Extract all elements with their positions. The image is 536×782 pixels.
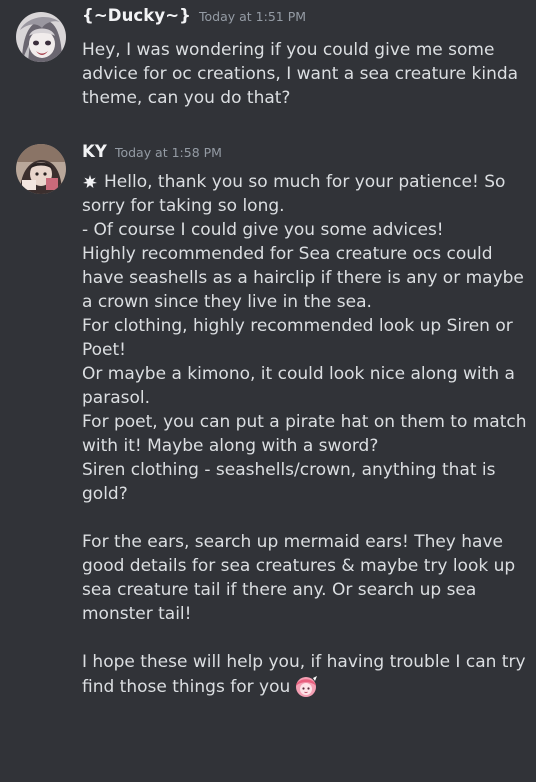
message-header: KY Today at 1:58 PM xyxy=(82,142,222,161)
message-line: For the ears, search up mermaid ears! Th… xyxy=(82,532,503,552)
message-line: good details for sea creatures & maybe t… xyxy=(82,556,516,576)
message-line: sea creature tail if there any. Or searc… xyxy=(82,580,477,600)
message-content: Hey, I was wondering if you could give m… xyxy=(82,38,532,110)
message-line: I hope these will help you, if having tr… xyxy=(82,652,526,672)
chat-log: {~Ducky~} Today at 1:51 PM Hey, I was won… xyxy=(0,0,536,782)
username[interactable]: {~Ducky~} xyxy=(82,6,191,25)
message-line: - Of course I could give you some advice… xyxy=(82,220,444,240)
timestamp[interactable]: Today at 1:51 PM xyxy=(199,9,306,24)
message-line: For clothing, highly recommended look up… xyxy=(82,316,513,336)
username[interactable]: KY xyxy=(82,142,107,161)
pink-character-emoji[interactable] xyxy=(294,674,318,705)
message-line: Siren clothing - seashells/crown, anythi… xyxy=(82,460,496,480)
message-line: sorry for taking so long. xyxy=(82,196,285,216)
message-line: advice for oc creations, I want a sea cr… xyxy=(82,64,519,84)
avatar-image xyxy=(16,12,66,62)
avatar-image xyxy=(16,144,66,194)
message-line: parasol. xyxy=(82,388,150,408)
message-line-text: find those things for you xyxy=(82,677,291,697)
message-line: theme, can you do that? xyxy=(82,88,291,108)
message-content: Hello, thank you so much for your patien… xyxy=(82,170,532,698)
message-line: Or maybe a kimono, it could look nice al… xyxy=(82,364,515,384)
avatar[interactable] xyxy=(16,12,66,62)
message-line: Hey, I was wondering if you could give m… xyxy=(82,40,495,60)
message-line: gold? xyxy=(82,484,128,504)
message-line: have seashells as a hairclip if there is… xyxy=(82,268,524,288)
message-line: Highly recommended for Sea creature ocs … xyxy=(82,244,493,264)
timestamp[interactable]: Today at 1:58 PM xyxy=(115,145,222,160)
message-line: Poet! xyxy=(82,340,126,360)
message-line: find those things for you xyxy=(82,674,532,698)
message-line-text: Hello, thank you so much for your patien… xyxy=(104,172,506,192)
message-line: monster tail! xyxy=(82,604,192,624)
message-line: For poet, you can put a pirate hat on th… xyxy=(82,412,527,432)
message-line: with it! Maybe along with a sword? xyxy=(82,436,379,456)
message-line: a crown since they live in the sea. xyxy=(82,292,372,312)
message-line: Hello, thank you so much for your patien… xyxy=(82,170,532,194)
message-header: {~Ducky~} Today at 1:51 PM xyxy=(82,6,306,25)
avatar[interactable] xyxy=(16,144,66,194)
